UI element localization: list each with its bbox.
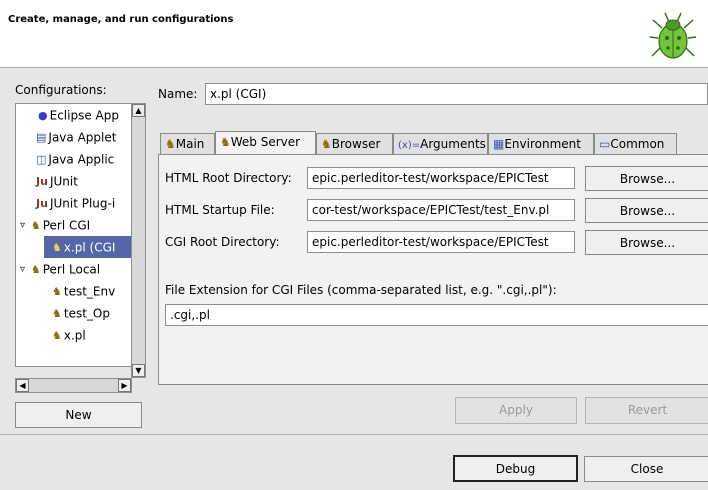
tab-web-server[interactable]: ♞Web Server [215, 131, 316, 156]
java-application-icon: ◫ [36, 152, 47, 166]
cgi-root-label: CGI Root Directory: [165, 235, 280, 249]
scroll-right-icon[interactable]: ▶ [118, 379, 131, 392]
browser-icon: ♞ [321, 137, 332, 151]
close-button[interactable]: Close [584, 456, 708, 482]
camel-icon: ♞ [30, 218, 41, 232]
debug-button[interactable]: Debug [453, 455, 578, 482]
tree-item-label: Java Applet [48, 130, 117, 145]
tree-item-java-application[interactable]: ◫ Java Applic [16, 148, 145, 170]
eclipse-app-icon: ● [38, 108, 48, 122]
name-label: Name: [158, 87, 198, 101]
html-startup-field[interactable]: cor-test/workspace/EPICTest/test_Env.pl [307, 199, 575, 221]
tree-item-label: x.pl [63, 328, 86, 343]
tree-item-xpl[interactable]: ♞ x.pl [16, 324, 145, 346]
tree-item-test-op[interactable]: ♞ test_Op [16, 302, 145, 324]
tree-item-label: test_Env [63, 284, 116, 299]
file-extension-label: File Extension for CGI Files (comma-sepa… [165, 283, 557, 297]
bug-icon [649, 12, 697, 59]
java-applet-icon: ▤ [36, 130, 47, 144]
name-field[interactable]: x.pl (CGI) [205, 83, 708, 105]
html-root-browse-button[interactable]: Browse... [585, 166, 708, 191]
tree-item-eclipse-app[interactable]: ● Eclipse App [16, 104, 145, 126]
tree-item-label: Perl CGI [42, 218, 91, 233]
tab-common[interactable]: ▭Common [594, 133, 677, 155]
camel-cgi-icon: ♞ [52, 240, 62, 254]
html-startup-label: HTML Startup File: [165, 203, 275, 217]
web-server-icon: ♞ [220, 135, 231, 149]
arguments-icon: (x)= [398, 140, 421, 151]
tree-item-perl-local[interactable]: ▿ ♞ Perl Local [16, 258, 145, 281]
camel-icon: ♞ [165, 137, 176, 151]
tree-item-label: test_Op [63, 306, 110, 321]
tree-item-label: JUnit [49, 174, 78, 189]
html-root-label: HTML Root Directory: [165, 171, 292, 185]
expander-icon[interactable]: ▿ [20, 215, 25, 237]
cgi-root-field[interactable]: epic.perleditor-test/workspace/EPICTest [307, 231, 575, 253]
tab-environment[interactable]: ▦Environment [488, 133, 594, 155]
tree-item-label: x.pl (CGI [63, 240, 116, 255]
environment-icon: ▦ [493, 137, 505, 151]
tab-label: Browser [331, 137, 381, 151]
tab-label: Arguments [420, 137, 486, 151]
revert-button[interactable]: Revert [585, 397, 708, 424]
tree-item-perl-cgi[interactable]: ▿ ♞ Perl CGI [16, 214, 145, 237]
scroll-down-icon[interactable]: ▼ [132, 364, 145, 377]
banner-title: Create, manage, and run configurations [8, 14, 234, 25]
html-root-field[interactable]: epic.perleditor-test/workspace/EPICTest [307, 167, 575, 189]
scroll-up-icon[interactable]: ▲ [132, 104, 145, 117]
tab-main[interactable]: ♞Main [160, 133, 215, 155]
dialog-banner [0, 0, 708, 68]
new-button[interactable]: New [15, 402, 142, 428]
scroll-left-icon[interactable]: ◀ [16, 379, 29, 392]
tree-item-junit-plugin[interactable]: Ju JUnit Plug-i [16, 192, 145, 214]
expander-icon[interactable]: ▿ [20, 259, 25, 281]
tree-horizontal-scrollbar[interactable]: ◀ ▶ [15, 378, 132, 393]
tab-label: Web Server [230, 135, 301, 149]
file-extension-field[interactable]: .cgi,.pl [165, 304, 708, 326]
separator [0, 434, 708, 435]
configurations-tree[interactable]: ● Eclipse App ▤ Java Applet ◫ Java Applic J… [15, 103, 146, 367]
tree-vertical-scrollbar[interactable]: ▲ ▼ [131, 103, 146, 378]
apply-button[interactable]: Apply [455, 397, 577, 424]
tree-item-label: Java Applic [48, 152, 115, 167]
tab-browser[interactable]: ♞Browser [316, 133, 393, 155]
tab-label: Common [610, 137, 665, 151]
tree-item-junit[interactable]: Ju JUnit [16, 170, 145, 192]
cgi-root-browse-button[interactable]: Browse... [585, 230, 708, 255]
configurations-label: Configurations: [15, 83, 107, 97]
html-startup-browse-button[interactable]: Browse... [585, 198, 708, 223]
tree-item-label: JUnit Plug-i [49, 196, 116, 211]
camel-icon: ♞ [30, 262, 41, 276]
common-icon: ▭ [599, 137, 611, 151]
camel-icon: ♞ [52, 306, 62, 320]
tree-item-test-env[interactable]: ♞ test_Env [16, 280, 145, 302]
tab-label: Environment [504, 137, 581, 151]
tab-arguments[interactable]: (x)=Arguments [393, 133, 488, 155]
camel-icon: ♞ [52, 284, 62, 298]
tree-item-label: Perl Local [42, 262, 101, 277]
tab-label: Main [175, 137, 205, 151]
camel-icon: ♞ [52, 328, 62, 342]
junit-plugin-icon: Ju [36, 196, 48, 210]
tree-item-label: Eclipse App [49, 108, 119, 123]
tree-item-java-applet[interactable]: ▤ Java Applet [16, 126, 145, 148]
junit-icon: Ju [36, 174, 48, 188]
